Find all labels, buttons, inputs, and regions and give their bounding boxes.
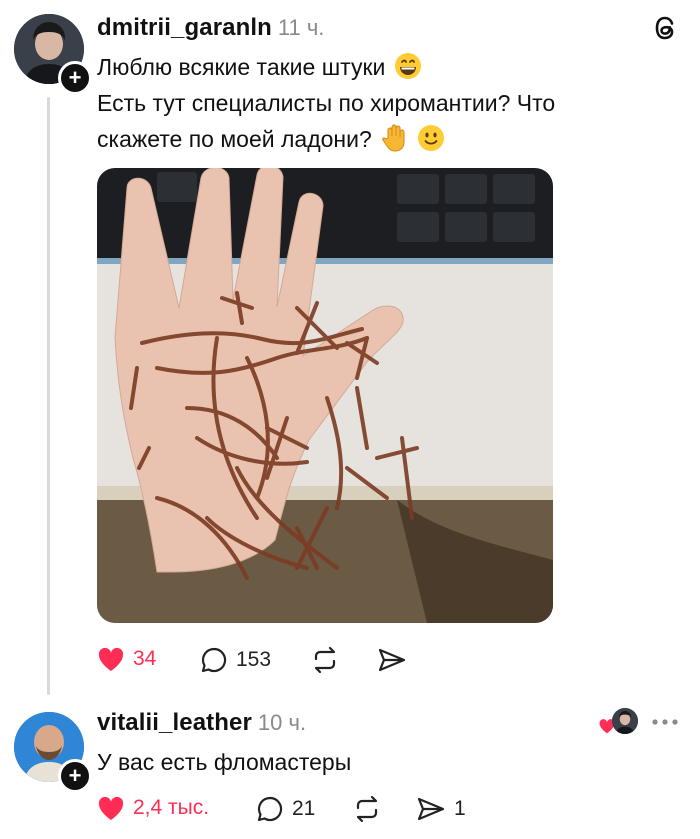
thread-line [47, 97, 50, 695]
send-icon [377, 646, 407, 674]
reply-share-button[interactable]: 1 [416, 795, 466, 823]
comment-bubble-icon [200, 646, 228, 674]
reply-like-count: 2,4 тыс. [133, 796, 210, 819]
post-username[interactable]: dmitrii_garanln [97, 14, 272, 41]
post-share-button[interactable] [377, 646, 407, 674]
post-comment-count: 153 [236, 648, 272, 671]
reply-text: У вас есть фломастеры [97, 749, 352, 775]
reply-share-count: 1 [454, 797, 466, 820]
author-mini-avatar [612, 708, 638, 734]
repost-icon [352, 795, 382, 823]
reply-comment-count: 21 [292, 797, 316, 820]
reply-username[interactable]: vitalii_leather [97, 709, 252, 736]
post-header: dmitrii_garanln 11 ч. [97, 14, 324, 42]
post-like-button[interactable]: 34 [97, 646, 156, 672]
follow-plus-button[interactable]: + [58, 61, 92, 95]
repost-icon [310, 646, 340, 674]
threads-logo-icon[interactable] [653, 14, 679, 42]
grinning-emoji-icon [394, 52, 422, 80]
reply-like-button[interactable]: 2,4 тыс. [97, 795, 209, 821]
send-icon [416, 795, 446, 823]
post-text: Люблю всякие такие штуки Есть тут специа… [97, 49, 657, 157]
reply-repost-button[interactable] [352, 795, 382, 823]
reply-header: vitalii_leather 10 ч. [97, 709, 306, 737]
slightly-smiling-emoji-icon [417, 124, 445, 152]
post-time: 11 ч. [277, 15, 325, 40]
more-dots-icon[interactable] [651, 718, 679, 726]
reply-follow-plus-button[interactable]: + [58, 759, 92, 793]
heart-icon [97, 795, 125, 821]
post-text-line-3: скажете по моей ладони? [97, 121, 657, 157]
post-text-line-2: Есть тут специалисты по хиромантии? Что [97, 90, 556, 116]
post-like-count: 34 [133, 647, 157, 670]
post-repost-button[interactable] [310, 646, 340, 674]
reply-comment-button[interactable]: 21 [256, 795, 315, 823]
post-comment-button[interactable]: 153 [200, 646, 271, 674]
author-liked-indicator [598, 708, 640, 738]
comment-bubble-icon [256, 795, 284, 823]
raised-hand-emoji-icon [382, 124, 408, 152]
post-text-line-1: Люблю всякие такие штуки [97, 49, 657, 85]
heart-icon [97, 646, 125, 672]
post-image[interactable] [97, 168, 553, 623]
palm-photo [97, 168, 553, 623]
reply-time: 10 ч. [257, 710, 307, 735]
